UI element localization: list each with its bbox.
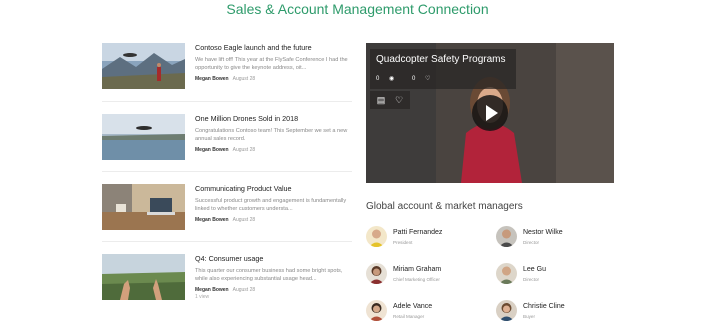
person-name[interactable]: Lee Gu (523, 266, 546, 273)
person-role: Buyer (523, 314, 536, 319)
news-author: Megan Bowen (195, 287, 229, 293)
news-title[interactable]: Communicating Product Value (195, 184, 355, 194)
person-card[interactable]: Patti Fernandez President (366, 226, 491, 250)
avatar[interactable] (496, 263, 517, 284)
person-role: Director (523, 277, 540, 282)
eye-icon: ◉ (389, 76, 395, 82)
news-snippet: Congratulations Contoso team! This Septe… (195, 128, 348, 142)
news-meta: Megan Bowen August 28 (195, 75, 355, 83)
video-like-count: 0 ♡ (411, 76, 431, 82)
heart-icon: ♡ (424, 76, 431, 82)
person-name[interactable]: Nestor Wilke (523, 229, 563, 236)
news-meta: Megan Bowen August 28 (195, 146, 355, 154)
mountain-drone-image (102, 43, 185, 89)
person-card[interactable]: Christie Cline Buyer (496, 300, 621, 324)
news-snippet: We have lift off! This year at the FlySa… (195, 57, 348, 71)
news-meta: Megan Bowen August 28 (195, 216, 355, 224)
avatar[interactable] (496, 226, 517, 247)
video-actions: ▤ ♡ (370, 91, 410, 109)
news-title[interactable]: One Million Drones Sold in 2018 (195, 114, 355, 124)
news-date: August 28 (232, 217, 256, 223)
video-title[interactable]: Quadcopter Safety Programs (376, 54, 506, 65)
bookmark-icon[interactable]: ▤ (375, 94, 387, 106)
video-stats: 0 ◉ 0 ♡ (376, 75, 446, 82)
avatar[interactable] (366, 263, 387, 284)
person-card[interactable]: Lee Gu Director (496, 263, 621, 287)
heart-icon[interactable]: ♡ (393, 94, 405, 106)
news-item[interactable]: One Million Drones Sold in 2018 Congratu… (102, 102, 352, 172)
person-role: Retail Manager (393, 314, 425, 319)
news-meta: Megan Bowen August 28 (195, 286, 355, 294)
avatar[interactable] (366, 226, 387, 247)
news-author: Megan Bowen (195, 147, 229, 153)
news-title[interactable]: Q4: Consumer usage (195, 254, 355, 264)
news-item[interactable]: Contoso Eagle launch and the future We h… (102, 40, 352, 102)
news-snippet: Successful product growth and engagement… (195, 198, 347, 212)
person-role: President (393, 240, 413, 245)
people-section-title: Global account & market managers (366, 201, 523, 212)
news-item[interactable]: Q4: Consumer usage This quarter our cons… (102, 242, 352, 311)
person-card[interactable]: Miriam Graham Chief Marketing Officer (366, 263, 491, 287)
site-title: Sales & Account Management Connection (226, 1, 489, 17)
video-view-count: 0 ◉ (376, 76, 395, 82)
news-snippet: This quarter our consumer business had s… (195, 268, 343, 282)
news-author: Megan Bowen (195, 76, 229, 82)
news-date: August 28 (232, 147, 256, 153)
person-role: Chief Marketing Officer (393, 277, 440, 282)
person-name[interactable]: Patti Fernandez (393, 229, 442, 236)
hands-landscape-image (102, 254, 185, 300)
video-info-panel: Quadcopter Safety Programs 0 ◉ 0 ♡ (370, 49, 516, 89)
news-title[interactable]: Contoso Eagle launch and the future (195, 43, 355, 53)
person-card[interactable]: Adele Vance Retail Manager (366, 300, 491, 324)
news-view-count: 1 view (195, 294, 210, 300)
person-card[interactable]: Nestor Wilke Director (496, 226, 621, 250)
desk-laptop-image (102, 184, 185, 230)
person-role: Director (523, 240, 540, 245)
news-thumbnail[interactable] (102, 184, 185, 230)
news-date: August 28 (232, 76, 256, 82)
news-thumbnail[interactable] (102, 43, 185, 89)
news-thumbnail[interactable] (102, 254, 185, 300)
person-name[interactable]: Adele Vance (393, 303, 432, 310)
news-thumbnail[interactable] (102, 114, 185, 160)
news-author: Megan Bowen (195, 217, 229, 223)
news-date: August 28 (232, 287, 256, 293)
video-player[interactable]: Quadcopter Safety Programs 0 ◉ 0 ♡ ▤ ♡ (366, 43, 614, 183)
lake-drone-image (102, 114, 185, 160)
news-list: Contoso Eagle launch and the future We h… (102, 40, 352, 311)
play-button[interactable] (472, 95, 508, 131)
person-name[interactable]: Miriam Graham (393, 266, 441, 273)
person-name[interactable]: Christie Cline (523, 303, 565, 310)
news-item[interactable]: Communicating Product Value Successful p… (102, 172, 352, 242)
